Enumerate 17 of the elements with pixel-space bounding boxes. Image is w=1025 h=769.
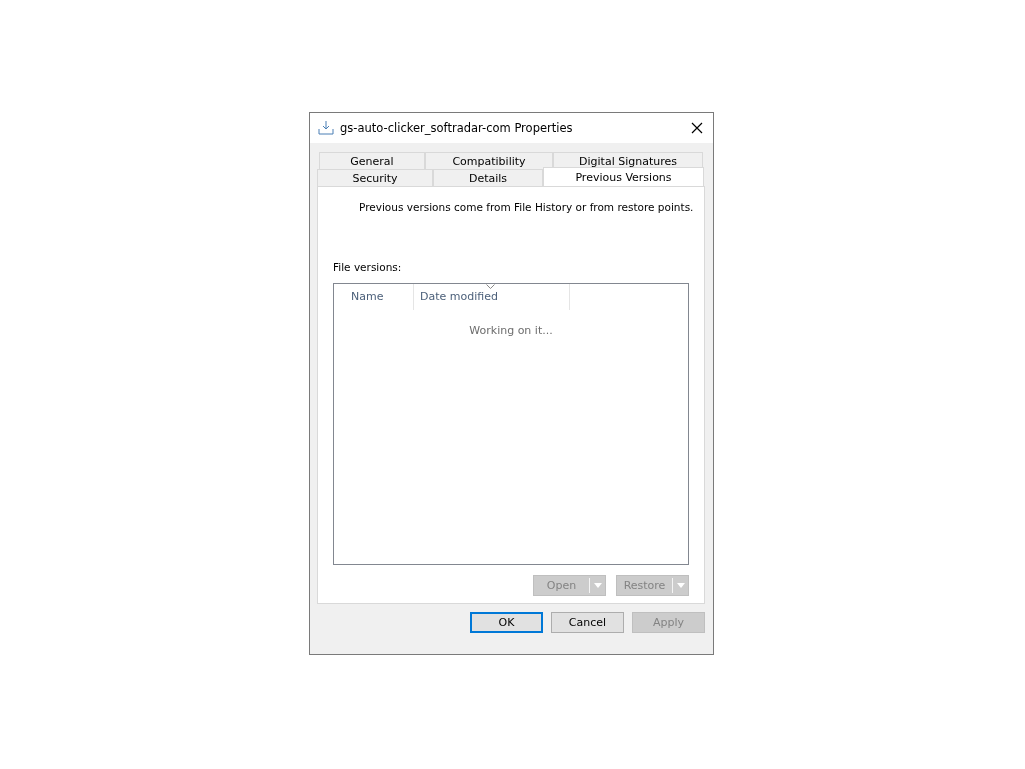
dialog-button[interactable]: OK	[470, 612, 543, 633]
tab[interactable]: Details	[433, 169, 543, 186]
tab[interactable]: Compatibility	[425, 152, 553, 169]
tab[interactable]: Previous Versions	[543, 167, 704, 186]
close-icon[interactable]	[691, 122, 703, 134]
dialog-button[interactable]: Cancel	[551, 612, 624, 633]
file-versions-label: File versions:	[333, 261, 403, 273]
status-text: Working on it...	[469, 324, 553, 337]
column-header[interactable]: Date modified	[414, 284, 570, 310]
tab[interactable]: Security	[317, 169, 433, 186]
tab[interactable]: General	[319, 152, 425, 169]
download-icon	[318, 121, 334, 135]
caret-icon	[594, 583, 602, 588]
info-text: Previous versions come from File History or from restore points.	[359, 201, 694, 213]
window-title: gs-auto-clicker_softradar-com Properties	[340, 121, 574, 135]
caret-icon	[677, 583, 685, 588]
column-header[interactable]: Name	[334, 284, 414, 310]
